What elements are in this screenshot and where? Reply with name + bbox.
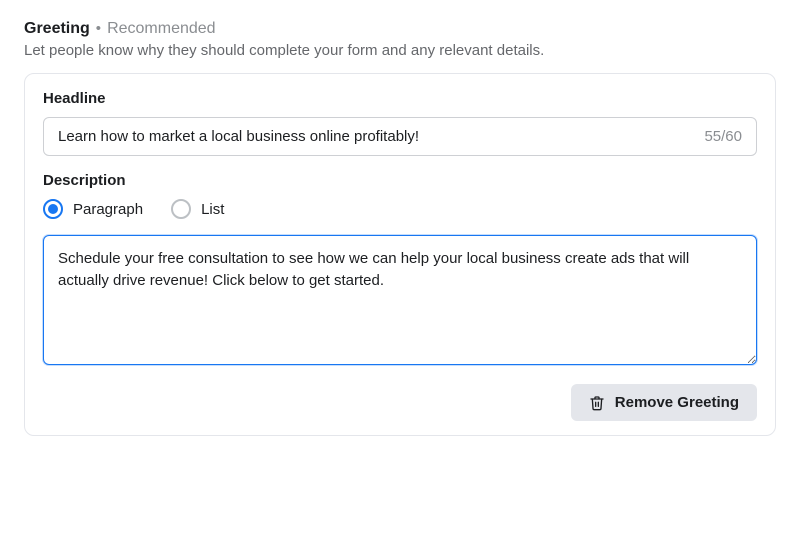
radio-list[interactable]: List: [171, 199, 224, 219]
remove-greeting-button[interactable]: Remove Greeting: [571, 384, 757, 421]
description-textarea[interactable]: [43, 235, 757, 365]
trash-icon: [589, 395, 605, 411]
description-type-radiogroup: Paragraph List: [43, 199, 757, 219]
headline-char-count: 55/60: [694, 128, 742, 145]
separator-dot: •: [96, 20, 101, 37]
headline-input[interactable]: [58, 128, 694, 145]
radio-circle-icon: [43, 199, 63, 219]
headline-field-wrapper: 55/60: [43, 117, 757, 156]
greeting-card: Headline 55/60 Description Paragraph Lis…: [24, 73, 776, 436]
section-description: Let people know why they should complete…: [24, 42, 776, 59]
radio-paragraph[interactable]: Paragraph: [43, 199, 143, 219]
card-footer: Remove Greeting: [43, 384, 757, 421]
recommended-badge: Recommended: [107, 20, 216, 38]
radio-circle-icon: [171, 199, 191, 219]
section-header: Greeting • Recommended: [24, 20, 776, 38]
description-label: Description: [43, 172, 757, 189]
radio-paragraph-label: Paragraph: [73, 201, 143, 218]
radio-dot-icon: [48, 204, 58, 214]
remove-greeting-label: Remove Greeting: [615, 394, 739, 411]
headline-label: Headline: [43, 90, 757, 107]
section-title: Greeting: [24, 20, 90, 38]
radio-list-label: List: [201, 201, 224, 218]
